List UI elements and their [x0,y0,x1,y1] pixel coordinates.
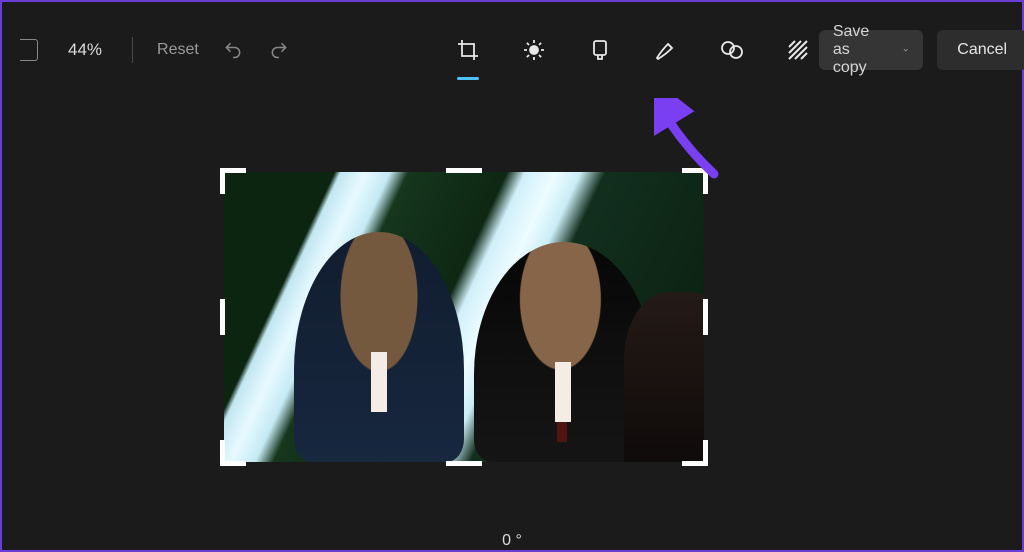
undo-button[interactable] [215,32,251,68]
stripes-icon [786,38,810,62]
tool-adjust[interactable] [513,26,555,74]
cancel-label: Cancel [957,41,1007,59]
tool-crop[interactable] [447,26,489,74]
toolbar-right: Save as copy Cancel [819,30,1024,70]
crop-handle-top-right[interactable] [682,168,708,194]
zoom-level[interactable]: 44% [68,40,102,60]
crop-handle-bottom[interactable] [446,461,482,466]
heal-icon [720,38,744,62]
redo-icon [269,40,289,60]
save-as-copy-button[interactable]: Save as copy [819,30,923,70]
crop-handle-top-left[interactable] [220,168,246,194]
cancel-button[interactable]: Cancel [937,30,1024,70]
crop-handle-bottom-right[interactable] [682,440,708,466]
tool-retouch[interactable] [711,26,753,74]
tool-tabs [447,26,819,74]
image-preview [224,172,704,462]
crop-handle-bottom-left[interactable] [220,440,246,466]
crop-handle-top[interactable] [446,168,482,173]
toolbar-left: 44% Reset [20,32,297,68]
photo-figure [624,292,704,462]
filter-icon [588,38,612,62]
brightness-icon [522,38,546,62]
tool-remove-bg[interactable] [777,26,819,74]
divider [132,37,133,63]
crop-handle-right[interactable] [703,299,708,335]
tool-filter[interactable] [579,26,621,74]
tool-markup[interactable] [645,26,687,74]
pen-icon [654,38,678,62]
photo-figure [294,232,464,462]
fit-icon[interactable] [20,39,38,61]
crop-handle-left[interactable] [220,299,225,335]
rotation-readout[interactable]: 0 ° [502,532,522,550]
redo-button[interactable] [261,32,297,68]
editor-toolbar: 44% Reset Save as copy [2,2,1022,98]
reset-button[interactable]: Reset [151,35,205,65]
crop-icon [456,38,480,62]
crop-canvas[interactable] [224,172,704,462]
chevron-down-icon [902,42,909,58]
undo-icon [223,40,243,60]
save-label: Save as copy [833,23,878,77]
